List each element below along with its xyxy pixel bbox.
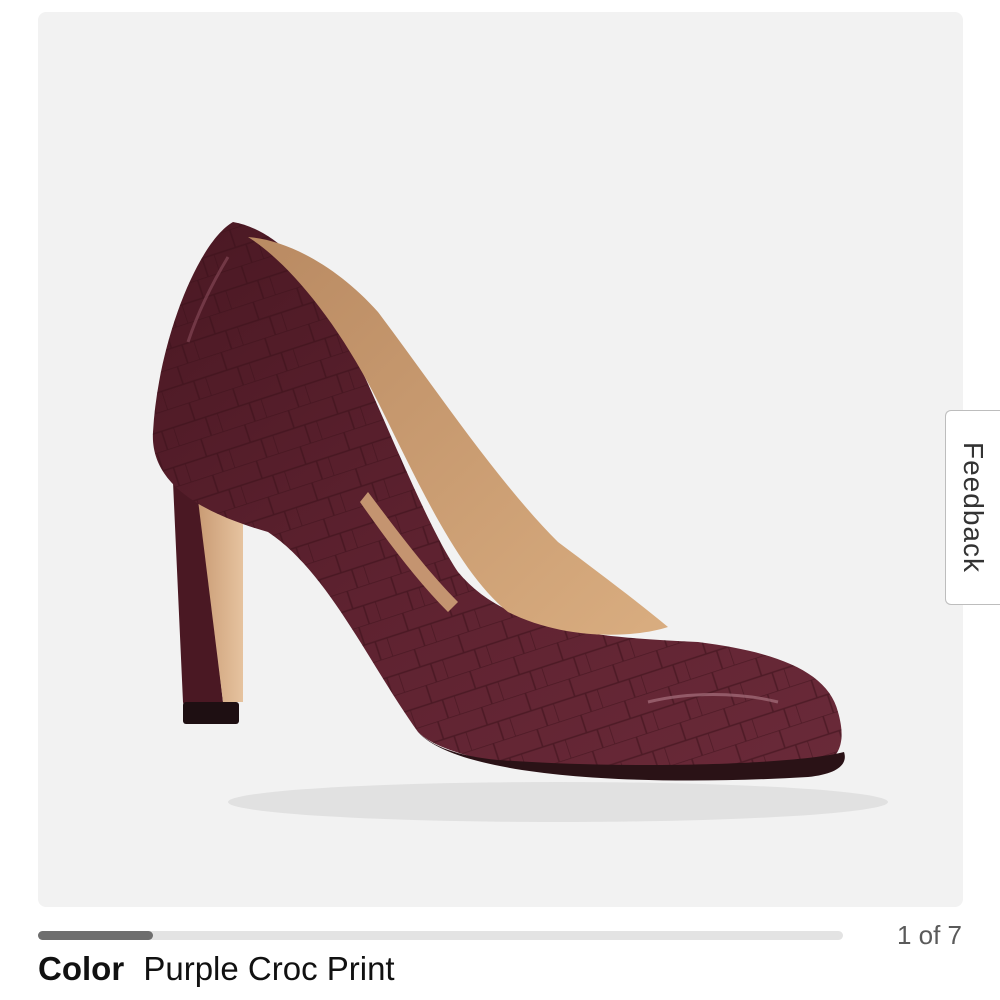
feedback-tab[interactable]: Feedback	[945, 410, 1000, 605]
carousel-progress-fill	[38, 931, 154, 940]
color-value: Purple Croc Print	[143, 950, 395, 987]
product-page: Feedback 1 of 7 Color Purple Croc Print	[0, 0, 1000, 1000]
heel-tip	[183, 702, 239, 724]
shoe-shadow	[228, 782, 888, 822]
color-label: Color	[38, 950, 125, 987]
carousel-progress-track	[38, 931, 843, 940]
color-selection: Color Purple Croc Print	[38, 950, 395, 988]
product-image[interactable]	[38, 12, 963, 907]
shoe-photo	[152, 222, 888, 822]
feedback-label: Feedback	[958, 442, 989, 573]
image-counter: 1 of 7	[896, 920, 962, 950]
